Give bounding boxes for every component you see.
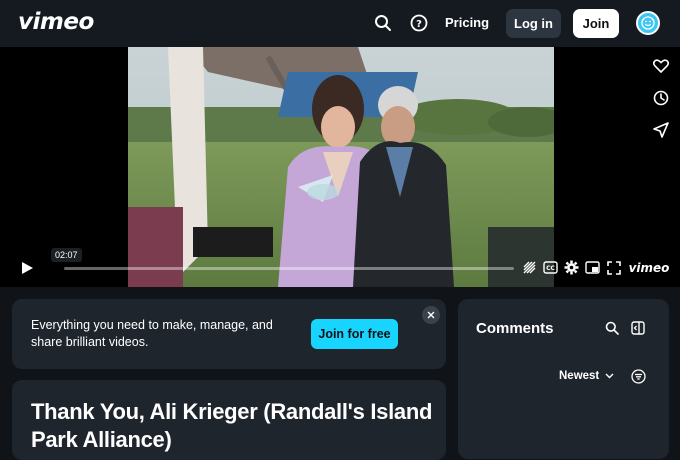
fullscreen-icon[interactable] [606, 260, 621, 275]
join-button[interactable]: Join [573, 9, 619, 38]
play-icon[interactable] [20, 261, 34, 280]
collapse-panel-icon[interactable] [630, 320, 646, 336]
heart-icon[interactable] [652, 57, 670, 75]
video-info-card: Thank You, Ali Krieger (Randall's Island… [12, 380, 446, 460]
settings-icon[interactable] [564, 260, 579, 275]
captions-icon[interactable]: CC [543, 260, 558, 275]
sort-label: Newest [559, 370, 600, 382]
search-icon[interactable] [604, 320, 620, 336]
promo-text: Everything you need to make, manage, and… [31, 318, 273, 349]
join-for-free-button[interactable]: Join for free [311, 319, 398, 349]
top-nav-bar: vimeo ? Pricing Log in Join [0, 0, 680, 47]
clock-icon[interactable] [652, 89, 670, 107]
picture-in-picture-icon[interactable] [585, 260, 600, 275]
control-icons: CC vimeo [522, 260, 671, 275]
sort-dropdown[interactable]: Newest [559, 370, 614, 382]
svg-text:CC: CC [546, 265, 555, 272]
help-icon[interactable]: ? [408, 12, 430, 34]
chevron-down-icon [605, 373, 614, 379]
vimeo-logo[interactable]: vimeo [18, 9, 94, 35]
close-icon[interactable] [422, 306, 440, 324]
comments-heading: Comments [476, 320, 554, 337]
share-icon[interactable] [652, 121, 670, 139]
svg-text:?: ? [416, 19, 422, 30]
progress-bar[interactable] [64, 267, 514, 270]
video-player[interactable]: 02:07 CC vimeo [0, 47, 680, 287]
filter-icon[interactable] [631, 369, 646, 384]
avatar[interactable] [636, 11, 660, 35]
player-controls: 02:07 CC vimeo [0, 247, 680, 287]
comments-panel: Comments Newest [458, 299, 669, 459]
search-icon[interactable] [372, 12, 394, 34]
video-title: Thank You, Ali Krieger (Randall's Island… [31, 399, 433, 452]
vimeo-player-logo[interactable]: vimeo [627, 260, 671, 275]
side-actions [652, 57, 670, 139]
quality-icon[interactable] [522, 260, 537, 275]
login-button[interactable]: Log in [506, 9, 561, 38]
smiley-icon [641, 16, 655, 30]
hover-time-tooltip: 02:07 [51, 248, 82, 262]
promo-banner: Everything you need to make, manage, and… [12, 299, 446, 369]
pricing-link[interactable]: Pricing [445, 15, 489, 30]
